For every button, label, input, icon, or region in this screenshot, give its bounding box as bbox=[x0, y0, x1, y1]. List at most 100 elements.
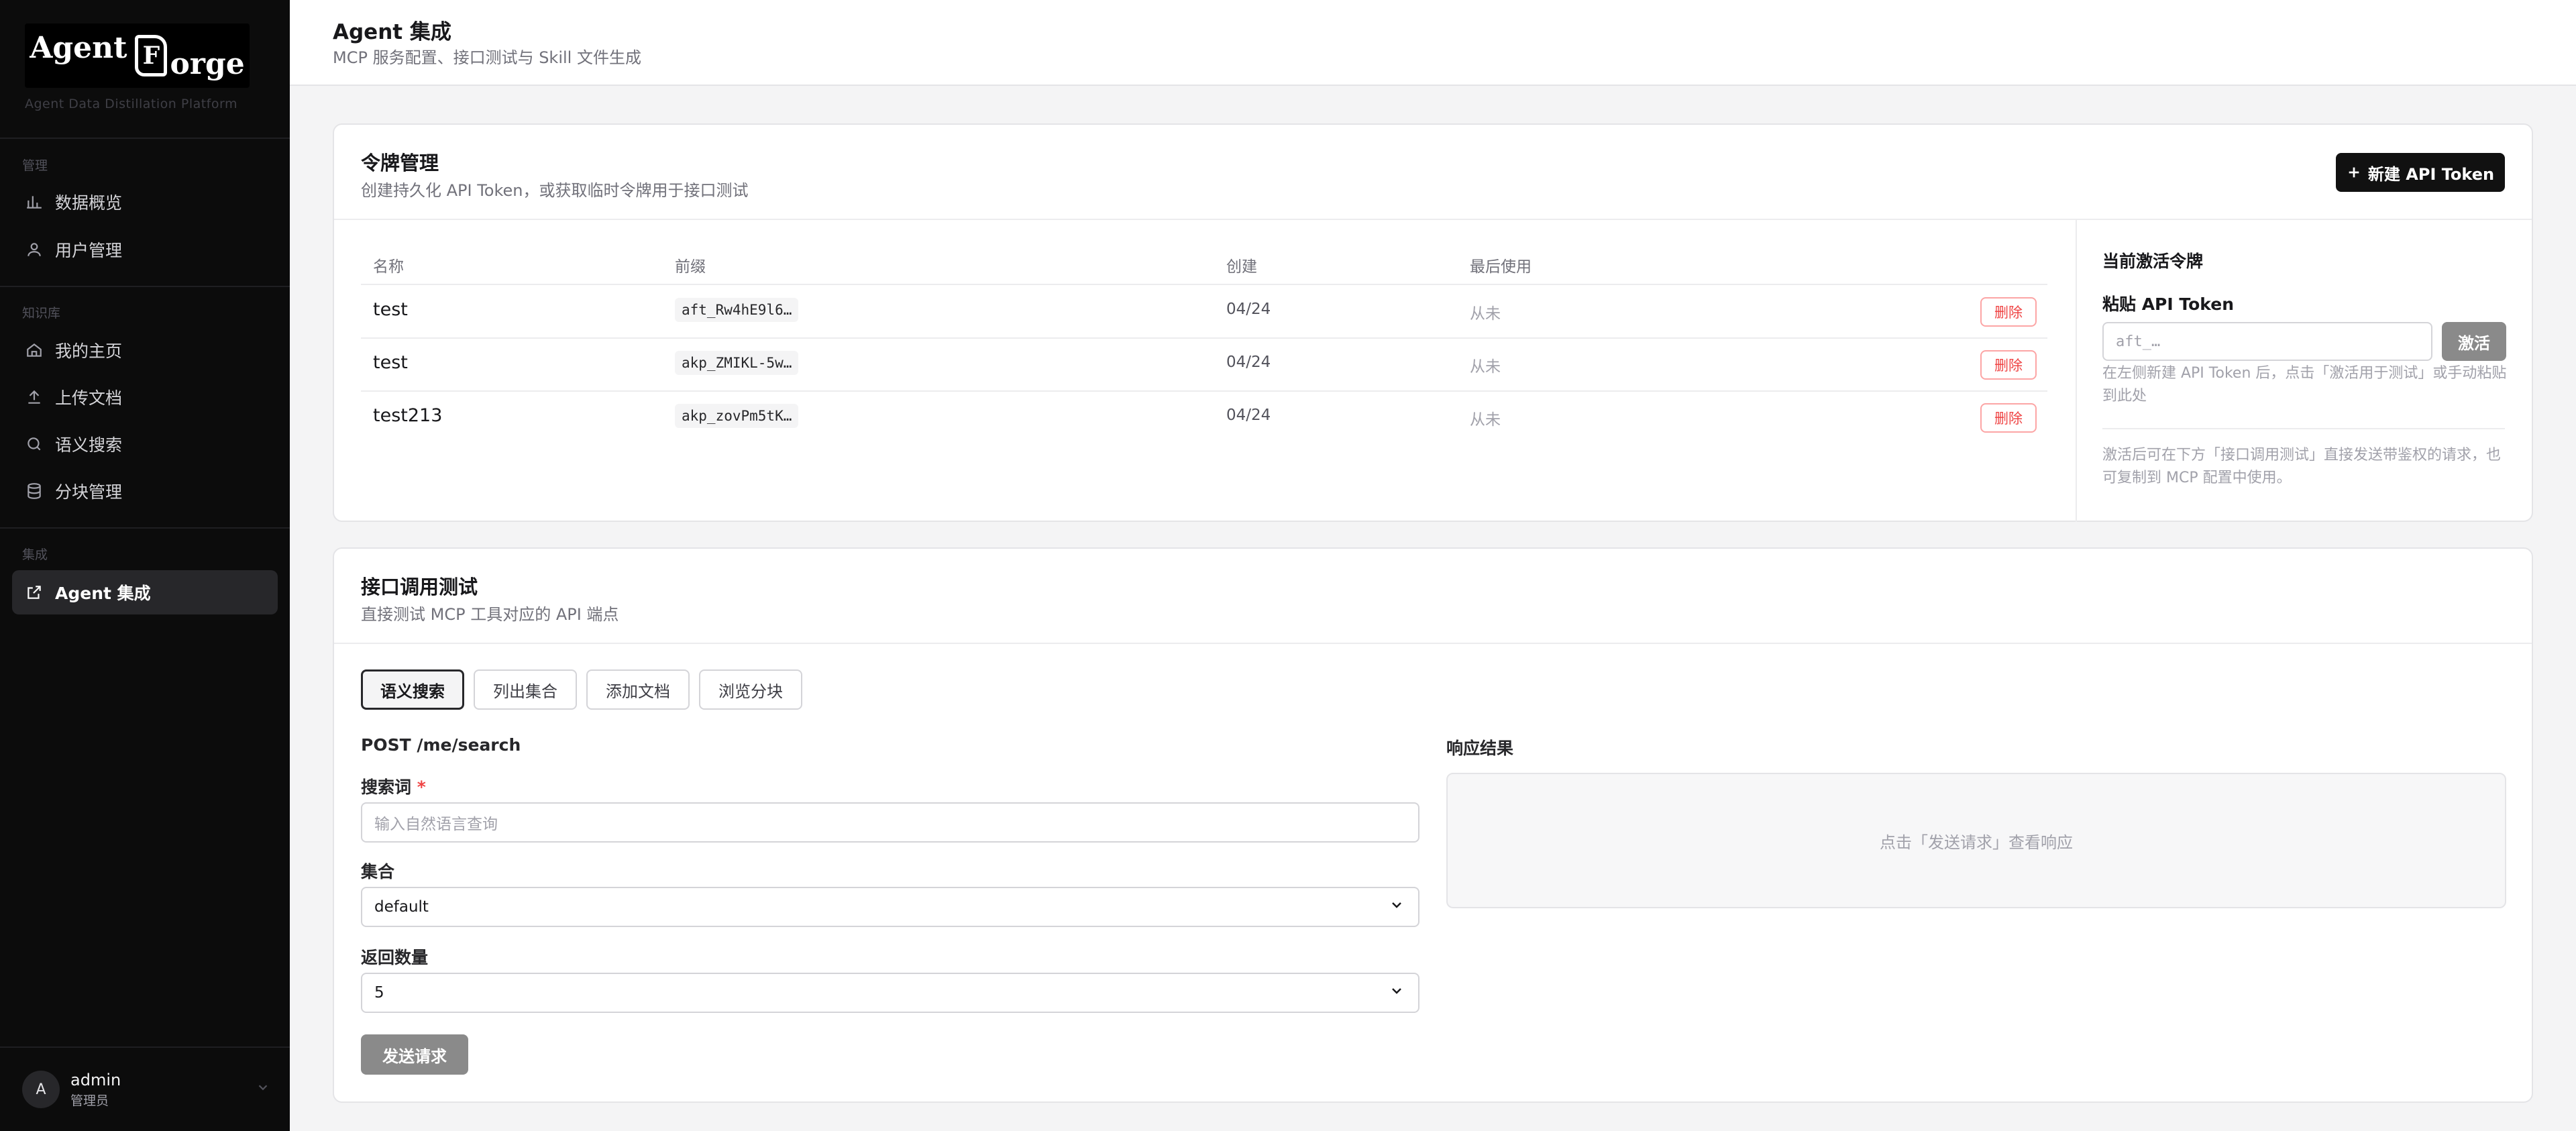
activate-hint: 在左侧新建 API Token 后，点击「激活用于测试」或手动粘贴到此处 bbox=[2102, 365, 2507, 405]
logo[interactable]: Agent F orge bbox=[25, 23, 250, 88]
sidebar-item-label: 语义搜索 bbox=[55, 435, 123, 455]
count-value: 5 bbox=[374, 984, 384, 1002]
user-name: admin bbox=[70, 1070, 121, 1089]
required-mark: * bbox=[417, 777, 426, 797]
user-icon bbox=[25, 241, 43, 258]
response-placeholder: 点击「发送请求」查看响应 bbox=[1880, 832, 2073, 852]
endpoint-label: POST /me/search bbox=[361, 735, 521, 755]
count-select[interactable]: 5 bbox=[361, 973, 1419, 1013]
token-card-subtitle: 创建持久化 API Token，或获取临时令牌用于接口测试 bbox=[361, 181, 749, 200]
sidebar-item-users[interactable]: 用户管理 bbox=[12, 227, 278, 272]
table-divider bbox=[361, 337, 2047, 339]
sidebar-item-label: 分块管理 bbox=[55, 482, 123, 502]
panel-divider bbox=[2076, 220, 2077, 522]
tab-add-document[interactable]: 添加文档 bbox=[586, 669, 690, 710]
sidebar-item-chunks[interactable]: 分块管理 bbox=[12, 469, 278, 513]
col-name: 名称 bbox=[373, 258, 404, 276]
collection-select[interactable]: default bbox=[361, 887, 1419, 927]
new-api-token-label: 新建 API Token bbox=[2367, 164, 2495, 184]
sidebar: Agent F orge Agent Data Distillation Pla… bbox=[0, 0, 290, 1131]
bar-chart-icon bbox=[25, 193, 43, 211]
api-test-subtitle: 直接测试 MCP 工具对应的 API 端点 bbox=[361, 605, 619, 624]
page-header: Agent 集成 MCP 服务配置、接口测试与 Skill 文件生成 bbox=[290, 0, 2576, 86]
collection-value: default bbox=[374, 898, 429, 916]
sidebar-item-upload[interactable]: 上传文档 bbox=[12, 375, 278, 419]
sidebar-item-label: 用户管理 bbox=[55, 241, 123, 260]
card-divider bbox=[334, 219, 2532, 220]
sidebar-item-label: Agent 集成 bbox=[55, 584, 151, 603]
chevron-down-icon bbox=[1389, 897, 1405, 917]
section-knowledge: 知识库 bbox=[22, 306, 61, 321]
token-last-used: 从未 bbox=[1470, 358, 1501, 376]
platform-subtitle: Agent Data Distillation Platform bbox=[25, 97, 237, 111]
sidebar-divider bbox=[0, 1046, 290, 1048]
col-prefix: 前缀 bbox=[675, 258, 706, 276]
sidebar-item-label: 上传文档 bbox=[55, 388, 123, 408]
section-integration: 集成 bbox=[22, 547, 48, 562]
token-created: 04/24 bbox=[1226, 407, 1271, 424]
query-label: 搜索词 * bbox=[361, 774, 426, 798]
send-request-button[interactable]: 发送请求 bbox=[361, 1034, 468, 1075]
token-prefix: akp_zovPm5tK… bbox=[675, 404, 799, 428]
collection-label: 集合 bbox=[361, 862, 395, 881]
table-divider bbox=[361, 390, 2047, 392]
delete-token-button[interactable]: 删除 bbox=[1980, 350, 2037, 380]
sidebar-item-overview[interactable]: 数据概览 bbox=[12, 180, 278, 224]
upload-icon bbox=[25, 388, 43, 406]
token-name: test bbox=[373, 352, 408, 373]
sidebar-item-label: 数据概览 bbox=[55, 193, 123, 213]
token-prefix: akp_ZMIKL-5w… bbox=[675, 351, 799, 375]
page-title: Agent 集成 bbox=[333, 20, 451, 44]
home-icon bbox=[25, 341, 43, 359]
response-area: 点击「发送请求」查看响应 bbox=[1446, 773, 2506, 908]
active-token-title: 当前激活令牌 bbox=[2102, 252, 2204, 271]
tab-list-collections[interactable]: 列出集合 bbox=[474, 669, 577, 710]
token-name: test bbox=[373, 299, 408, 320]
response-label: 响应结果 bbox=[1446, 739, 1514, 758]
query-label-text: 搜索词 bbox=[361, 777, 412, 797]
delete-token-button[interactable]: 删除 bbox=[1980, 297, 2037, 327]
sidebar-item-home[interactable]: 我的主页 bbox=[12, 328, 278, 372]
avatar: A bbox=[22, 1071, 60, 1108]
api-test-title: 接口调用测试 bbox=[361, 576, 478, 598]
api-test-card: 接口调用测试 直接测试 MCP 工具对应的 API 端点 语义搜索 列出集合 添… bbox=[333, 547, 2533, 1103]
sidebar-divider bbox=[0, 138, 290, 139]
panel-inner-divider bbox=[2102, 428, 2505, 429]
chevron-down-icon bbox=[256, 1080, 270, 1099]
sidebar-item-search[interactable]: 语义搜索 bbox=[12, 422, 278, 466]
logo-forge-glyph: F bbox=[135, 35, 168, 76]
user-menu[interactable]: A admin 管理员 bbox=[22, 1069, 270, 1110]
sidebar-divider bbox=[0, 527, 290, 529]
tab-semantic-search[interactable]: 语义搜索 bbox=[361, 669, 464, 710]
token-prefix: aft_Rw4hE9l6… bbox=[675, 298, 799, 322]
database-icon bbox=[25, 482, 43, 500]
token-name: test213 bbox=[373, 405, 443, 426]
token-card-title: 令牌管理 bbox=[361, 152, 439, 174]
col-created: 创建 bbox=[1226, 258, 1257, 276]
logo-word-orge: orge bbox=[170, 46, 245, 81]
paste-token-label: 粘贴 API Token bbox=[2102, 294, 2234, 314]
card-divider bbox=[334, 643, 2532, 644]
token-created: 04/24 bbox=[1226, 354, 1271, 371]
api-token-input[interactable]: aft_… bbox=[2102, 322, 2432, 361]
sidebar-divider bbox=[0, 286, 290, 287]
page-subtitle: MCP 服务配置、接口测试与 Skill 文件生成 bbox=[333, 48, 641, 67]
count-label: 返回数量 bbox=[361, 948, 429, 967]
token-created: 04/24 bbox=[1226, 301, 1271, 318]
delete-token-button[interactable]: 删除 bbox=[1980, 403, 2037, 433]
activate-usage-hint: 激活后可在下方「接口调用测试」直接发送带鉴权的请求，也可复制到 MCP 配置中使… bbox=[2102, 447, 2502, 486]
search-icon bbox=[25, 435, 43, 453]
token-last-used: 从未 bbox=[1470, 411, 1501, 429]
token-last-used: 从未 bbox=[1470, 305, 1501, 323]
query-input[interactable]: 输入自然语言查询 bbox=[361, 802, 1419, 843]
plus-icon bbox=[2347, 165, 2361, 180]
new-api-token-button[interactable]: 新建 API Token bbox=[2336, 153, 2505, 192]
table-divider bbox=[361, 284, 2047, 285]
col-last-used: 最后使用 bbox=[1470, 258, 1532, 276]
section-manage: 管理 bbox=[22, 158, 48, 173]
chevron-down-icon bbox=[1389, 983, 1405, 1003]
user-role: 管理员 bbox=[70, 1093, 109, 1108]
activate-button[interactable]: 激活 bbox=[2442, 322, 2506, 361]
sidebar-item-agent[interactable]: Agent 集成 bbox=[12, 570, 278, 614]
tab-browse-chunks[interactable]: 浏览分块 bbox=[699, 669, 802, 710]
